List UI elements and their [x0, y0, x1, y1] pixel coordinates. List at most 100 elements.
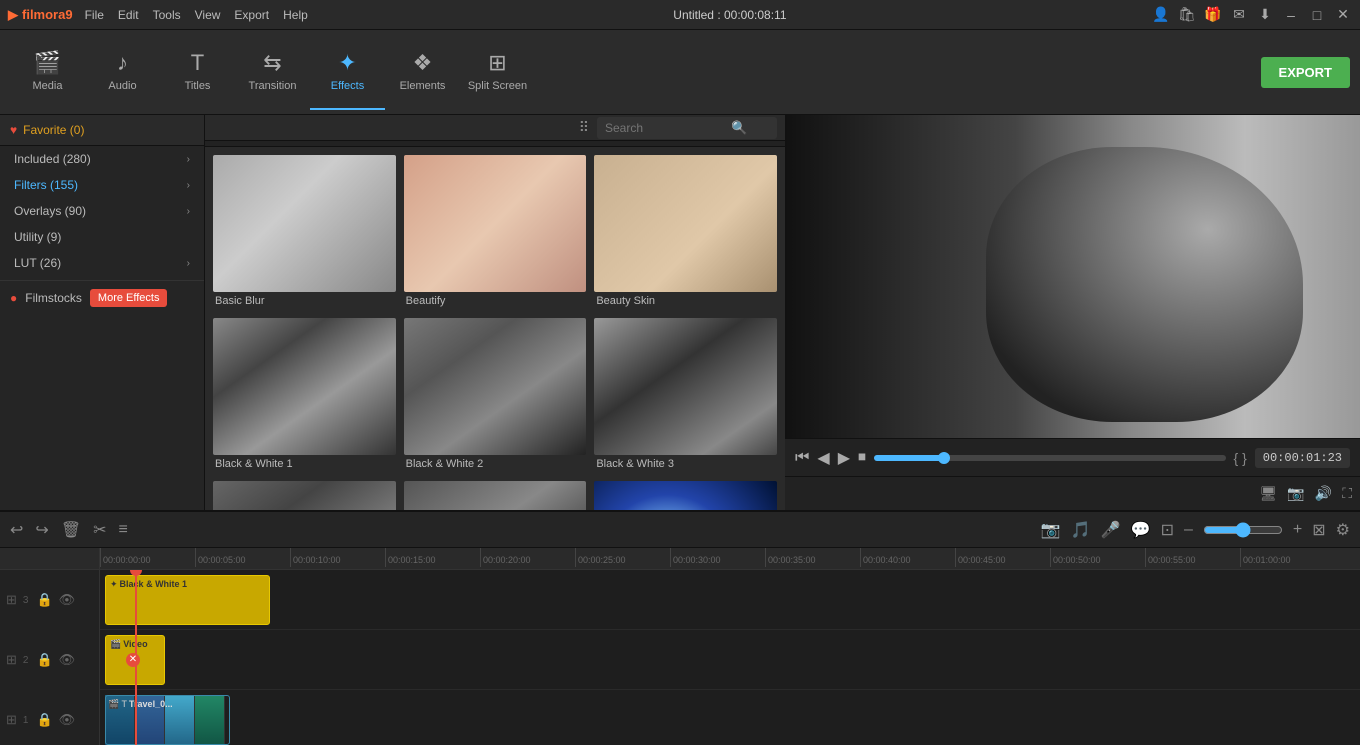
- settings2-button[interactable]: ⚙: [1336, 520, 1350, 540]
- menu-view[interactable]: View: [195, 8, 221, 22]
- favorite-header[interactable]: ♥ Favorite (0): [0, 115, 204, 146]
- shop-icon[interactable]: 🛍: [1178, 6, 1196, 24]
- settings-button[interactable]: ≡: [119, 521, 128, 539]
- tab-transition[interactable]: ⇆ Transition: [235, 35, 310, 110]
- search-input[interactable]: [605, 121, 725, 135]
- audio-icon: ♪: [117, 50, 128, 76]
- eye-icon-2[interactable]: 👁: [59, 652, 76, 668]
- effect-label-0: Basic Blur: [213, 292, 396, 310]
- titlebar: ▶ filmora9 File Edit Tools View Export H…: [0, 0, 1360, 30]
- lock-icon-1[interactable]: 🔒: [36, 712, 52, 728]
- effect-thumb-1: [404, 155, 587, 292]
- effect-item-6[interactable]: Black & White 4: [213, 481, 396, 510]
- grid3-icon: ⊞: [6, 592, 17, 608]
- effect-item-1[interactable]: Beautify: [404, 155, 587, 310]
- ruler-and-tracks: 00:00:00:0000:00:05:0000:00:10:0000:00:1…: [100, 548, 1360, 745]
- more-effects-button[interactable]: More Effects: [90, 289, 168, 307]
- progress-handle[interactable]: [938, 452, 950, 464]
- mic-button[interactable]: 🎤: [1101, 520, 1121, 540]
- effect-item-4[interactable]: Black & White 2: [404, 318, 587, 473]
- tab-elements[interactable]: ❖ Elements: [385, 35, 460, 110]
- minimize-button[interactable]: –: [1282, 6, 1300, 24]
- skip-back-button[interactable]: ⏮: [795, 449, 809, 467]
- pip-button[interactable]: ⊡: [1161, 520, 1174, 540]
- tab-effects[interactable]: ✦ Effects: [310, 35, 385, 110]
- sidebar-item-utility[interactable]: Utility (9): [0, 224, 204, 250]
- titles-icon: T: [191, 50, 204, 76]
- menu-file[interactable]: File: [85, 8, 104, 22]
- cut-button[interactable]: ✂: [93, 520, 106, 540]
- undo-button[interactable]: ↩: [10, 520, 23, 540]
- timeline-ruler[interactable]: 00:00:00:0000:00:05:0000:00:10:0000:00:1…: [100, 548, 1360, 570]
- in-point-button[interactable]: { }: [1234, 450, 1247, 466]
- sidebar-item-included[interactable]: Included (280) ›: [0, 146, 204, 172]
- sidebar-item-overlays[interactable]: Overlays (90) ›: [0, 198, 204, 224]
- stop-button[interactable]: ⏹: [858, 449, 866, 467]
- effect-item-7[interactable]: Black & White 5: [404, 481, 587, 510]
- ruler-mark: 00:00:35:00: [765, 548, 860, 567]
- effect-item-2[interactable]: Beauty Skin: [594, 155, 777, 310]
- lock-icon-2[interactable]: 🔒: [36, 652, 52, 668]
- menu-help[interactable]: Help: [283, 8, 308, 22]
- track-2: 🎬 Video ✕: [100, 630, 1360, 690]
- clip-label-overlay[interactable]: 🎬 T Travel_0...: [105, 695, 230, 745]
- effect-item-8[interactable]: Blue Explosion: [594, 481, 777, 510]
- toolbar: 🎬 Media ♪ Audio T Titles ⇆ Transition ✦ …: [0, 30, 1360, 115]
- chevron-right-icon: ›: [187, 258, 190, 269]
- ruler-mark: 00:00:50:00: [1050, 548, 1145, 567]
- tab-split-screen[interactable]: ⊞ Split Screen: [460, 35, 535, 110]
- grid1-icon: ⊞: [6, 712, 17, 728]
- media-icon: 🎬: [34, 50, 61, 76]
- ruler-mark: 00:00:10:00: [290, 548, 385, 567]
- fullscreen-icon[interactable]: ⛶: [1342, 485, 1352, 502]
- delete-handle[interactable]: ✕: [126, 653, 140, 667]
- delete-button[interactable]: 🗑: [61, 520, 81, 540]
- menu-edit[interactable]: Edit: [118, 8, 139, 22]
- effect-thumb-4: [404, 318, 587, 455]
- progress-bar[interactable]: [874, 455, 1225, 461]
- menu-tools[interactable]: Tools: [153, 8, 181, 22]
- search-box[interactable]: 🔍: [597, 117, 777, 139]
- effect-item-3[interactable]: Black & White 1: [213, 318, 396, 473]
- track-labels: ⊞ 3 🔒 👁 ⊞ 2 🔒 👁: [0, 548, 100, 745]
- sidebar-item-filters[interactable]: Filters (155) ›: [0, 172, 204, 198]
- maximize-button[interactable]: □: [1308, 6, 1326, 24]
- elements-icon: ❖: [413, 50, 433, 76]
- gift-icon[interactable]: 🎁: [1204, 6, 1222, 24]
- export-button[interactable]: EXPORT: [1261, 57, 1350, 88]
- clip-effect-bw1[interactable]: ✦ Black & White 1: [105, 575, 270, 625]
- effect-thumb-2: [594, 155, 777, 292]
- effect-item-0[interactable]: Basic Blur: [213, 155, 396, 310]
- play-button[interactable]: ▶: [838, 448, 850, 468]
- ruler-mark: 00:00:25:00: [575, 548, 670, 567]
- user-icon[interactable]: 👤: [1152, 6, 1170, 24]
- minus-button[interactable]: –: [1184, 521, 1193, 539]
- eye-icon-3[interactable]: 👁: [59, 592, 76, 608]
- mail-icon[interactable]: ✉: [1230, 6, 1248, 24]
- tab-audio[interactable]: ♪ Audio: [85, 35, 160, 110]
- zoom-slider[interactable]: [1203, 522, 1283, 538]
- effect-thumb-7: [404, 481, 587, 510]
- tab-media[interactable]: 🎬 Media: [10, 35, 85, 110]
- plus-button[interactable]: +: [1293, 521, 1302, 539]
- sidebar-item-lut[interactable]: LUT (26) ›: [0, 250, 204, 276]
- close-button[interactable]: ✕: [1334, 6, 1352, 24]
- volume-icon[interactable]: 🔊: [1315, 485, 1332, 502]
- track-1-content: 🎬 T Travel_0...: [100, 690, 1360, 745]
- download-icon[interactable]: ⬇: [1256, 6, 1274, 24]
- lock-icon-3[interactable]: 🔒: [36, 592, 52, 608]
- grid-icon: ⠿: [579, 119, 589, 136]
- eye-icon-1[interactable]: 👁: [59, 712, 76, 728]
- screenshot-icon[interactable]: 📷: [1287, 485, 1304, 502]
- fit-button[interactable]: ⊠: [1312, 520, 1325, 540]
- tab-titles[interactable]: T Titles: [160, 35, 235, 110]
- redo-button[interactable]: ↪: [35, 520, 48, 540]
- subtitle-button[interactable]: 💬: [1131, 520, 1151, 540]
- play-back-button[interactable]: ◀: [817, 448, 829, 468]
- camera-button[interactable]: 📷: [1041, 520, 1061, 540]
- menu-export[interactable]: Export: [234, 8, 269, 22]
- zoom-slider-wrap: [1203, 522, 1283, 538]
- monitor-icon[interactable]: 🖥: [1260, 485, 1278, 502]
- effect-item-5[interactable]: Black & White 3: [594, 318, 777, 473]
- audio-track-button[interactable]: 🎵: [1071, 520, 1091, 540]
